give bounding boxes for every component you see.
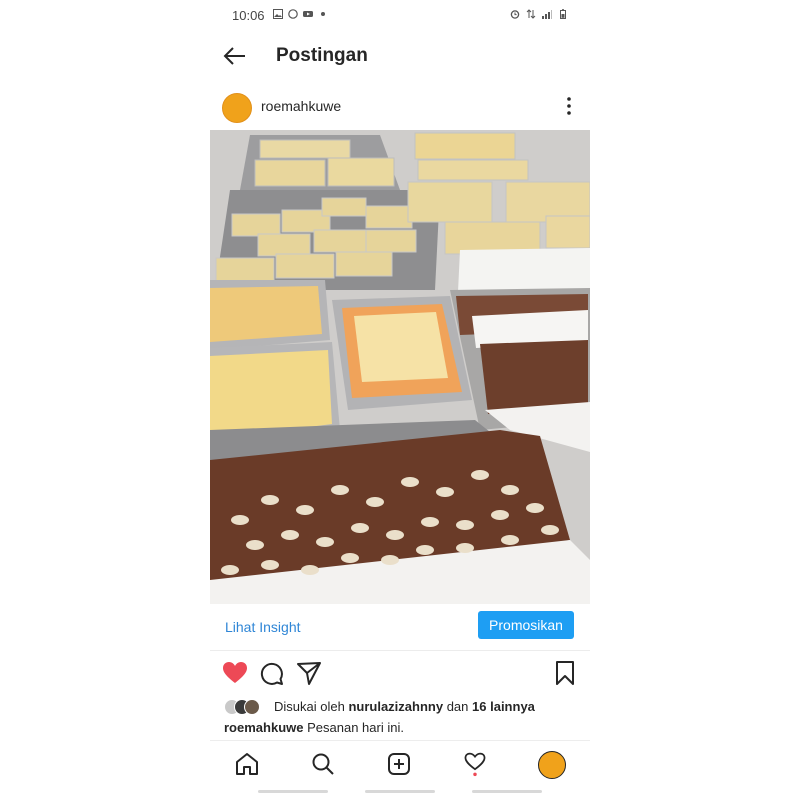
battery-icon bbox=[560, 9, 566, 19]
cell-signal-icon bbox=[542, 10, 552, 19]
page-title: Postingan bbox=[276, 45, 368, 66]
likes-text: Disukai oleh nurulazizahnny dan 16 lainn… bbox=[274, 699, 535, 714]
youtube-icon bbox=[303, 11, 313, 17]
notification-icons bbox=[273, 9, 328, 19]
post-caption: roemahkuwe Pesanan hari ini. bbox=[224, 720, 404, 735]
likes-summary[interactable]: Disukai oleh nurulazizahnny dan 16 lainn… bbox=[224, 697, 584, 717]
food-trays-image bbox=[210, 130, 590, 604]
whatsapp-icon bbox=[288, 9, 298, 19]
profile-avatar-icon[interactable] bbox=[538, 751, 566, 779]
liked-others-count[interactable]: 16 lainnya bbox=[472, 699, 535, 714]
liked-joiner: dan bbox=[446, 699, 469, 714]
post-actions bbox=[210, 656, 590, 692]
add-post-icon[interactable] bbox=[386, 751, 412, 777]
back-arrow-icon[interactable] bbox=[222, 44, 248, 68]
post-header: roemahkuwe bbox=[210, 88, 590, 128]
caption-username[interactable]: roemahkuwe bbox=[224, 720, 303, 735]
status-time: 10:06 bbox=[232, 8, 265, 23]
instagram-post-screen: 10:06 Postingan roemahkuwe Lihat Insight… bbox=[210, 0, 590, 800]
data-signal-icon bbox=[526, 9, 536, 19]
gesture-segment bbox=[472, 790, 542, 793]
bottom-nav bbox=[210, 740, 590, 789]
dot-icon bbox=[321, 12, 325, 16]
insight-bar: Lihat Insight Promosikan bbox=[210, 606, 590, 651]
liked-by-user[interactable]: nurulazizahnny bbox=[348, 699, 443, 714]
comment-icon[interactable] bbox=[258, 660, 284, 686]
system-icons bbox=[510, 9, 568, 19]
liker-avatar bbox=[244, 699, 260, 715]
account-avatar[interactable] bbox=[222, 93, 252, 123]
gesture-segment bbox=[258, 790, 328, 793]
activity-icon[interactable] bbox=[462, 751, 488, 777]
bookmark-icon[interactable] bbox=[552, 660, 578, 686]
top-app-bar: Postingan bbox=[210, 36, 590, 76]
heart-icon[interactable] bbox=[222, 660, 248, 686]
gesture-bar bbox=[210, 790, 590, 796]
search-icon[interactable] bbox=[310, 751, 336, 777]
caption-text: Pesanan hari ini. bbox=[307, 720, 404, 735]
gallery-icon bbox=[273, 9, 283, 19]
liked-by-label: Disukai oleh bbox=[274, 699, 345, 714]
status-bar: 10:06 bbox=[210, 0, 590, 30]
home-icon[interactable] bbox=[234, 751, 260, 777]
view-insights-link[interactable]: Lihat Insight bbox=[225, 619, 301, 635]
post-username[interactable]: roemahkuwe bbox=[261, 98, 341, 114]
gesture-segment bbox=[365, 790, 435, 793]
share-icon[interactable] bbox=[296, 660, 322, 686]
alarm-icon bbox=[510, 10, 520, 19]
post-photo[interactable] bbox=[210, 130, 590, 604]
promote-button[interactable]: Promosikan bbox=[478, 611, 574, 639]
more-vertical-icon[interactable] bbox=[566, 96, 572, 116]
